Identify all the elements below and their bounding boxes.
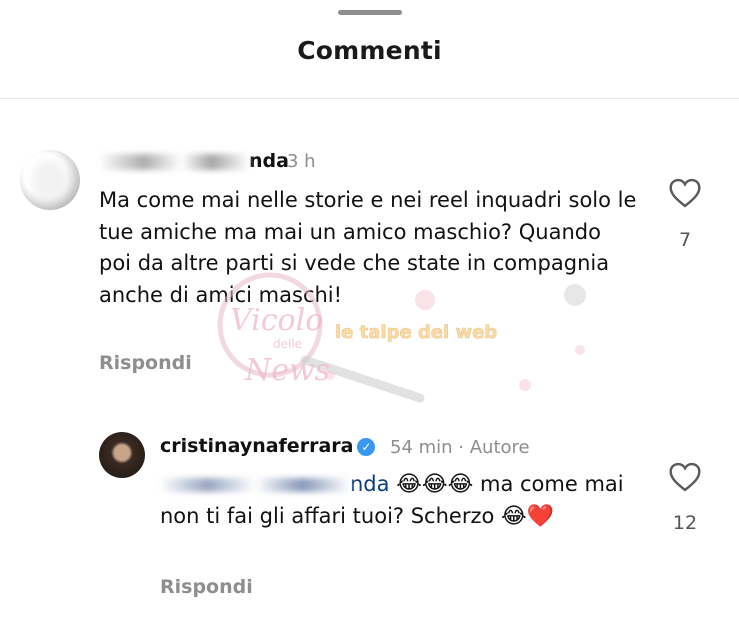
watermark-text: delle: [273, 337, 302, 351]
comment-text: Ma come mai nelle storie e nei reel inqu…: [99, 188, 637, 307]
avatar[interactable]: [99, 432, 145, 478]
verified-badge-icon: ✓: [357, 438, 376, 456]
username-tail: nda: [249, 150, 289, 172]
blurred-username: [99, 153, 249, 170]
like-count: 7: [678, 229, 692, 251]
comment-time: 54 min · Autore: [390, 437, 530, 458]
comment-time: 3 h: [287, 151, 316, 172]
watermark-text: News: [244, 353, 330, 388]
drag-handle[interactable]: [338, 10, 402, 15]
username-text: cristinaynaferrara: [160, 435, 354, 457]
page-title: Commenti: [297, 36, 442, 65]
blurred-mention: [160, 478, 350, 492]
avatar[interactable]: [20, 150, 80, 210]
comment-text: nda 😂😂😂 ma come mai non ti fai gli affar…: [160, 469, 640, 532]
mention-link[interactable]: nda: [160, 472, 390, 496]
sheet-header: Commenti: [0, 0, 739, 99]
comments-sheet: Commenti nda 3 h Ma come mai nelle stori…: [0, 0, 739, 619]
heart-outline-icon[interactable]: [668, 462, 702, 492]
comment-username[interactable]: cristinaynaferrara ✓: [160, 435, 376, 457]
reply-button[interactable]: Rispondi: [160, 576, 253, 598]
watermark-text: le talpe del web: [335, 322, 497, 343]
heart-outline-icon[interactable]: [668, 178, 702, 208]
laughing-emoji-icon: 😂😂😂: [396, 472, 474, 497]
reply-button[interactable]: Rispondi: [99, 352, 192, 374]
like-count: 12: [672, 512, 698, 534]
comment-username[interactable]: nda: [99, 150, 289, 172]
laughing-heart-emoji-icon: 😂❤️: [501, 503, 555, 529]
mention-tail: nda: [350, 472, 390, 496]
